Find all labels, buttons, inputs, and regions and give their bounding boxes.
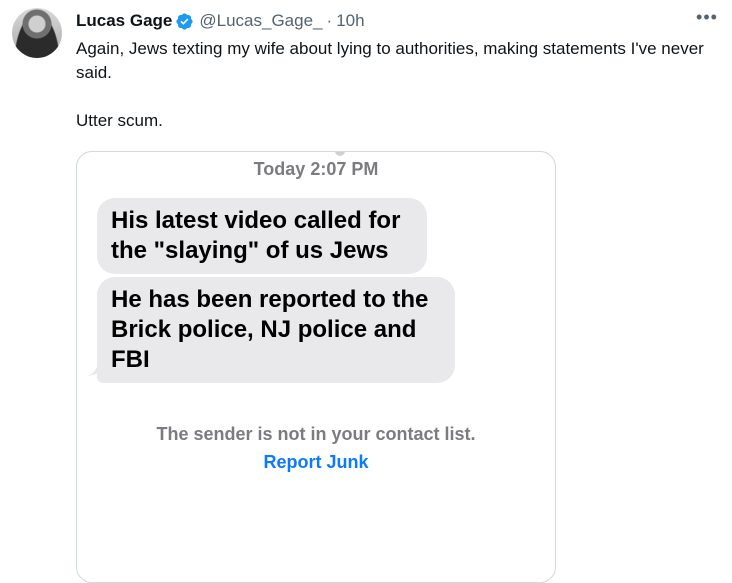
tweet-media-screenshot[interactable]: Today 2:07 PM His latest video called fo…: [76, 151, 556, 583]
tweet-text: Again, Jews texting my wife about lying …: [76, 39, 704, 130]
tweet-timestamp[interactable]: 10h: [336, 11, 364, 31]
report-junk-link[interactable]: Report Junk: [77, 452, 555, 473]
clipped-glyph: [335, 152, 345, 156]
more-options-icon[interactable]: •••: [696, 8, 718, 30]
message-bubble: His latest video called for the "slaying…: [97, 198, 427, 274]
author-name[interactable]: Lucas Gage: [76, 11, 172, 31]
bubble-tail-icon: [88, 360, 110, 376]
verified-badge-icon: [176, 12, 193, 30]
sender-notice: The sender is not in your contact list.: [156, 424, 476, 444]
separator-dot: ·: [326, 11, 333, 30]
message-timestamp: Today 2:07 PM: [253, 159, 379, 179]
message-bubble: He has been reported to the Brick police…: [97, 277, 455, 383]
tweet-header: Lucas Gage @Lucas_Gage_ · 10h: [76, 9, 365, 33]
author-handle[interactable]: @Lucas_Gage_: [199, 11, 322, 31]
avatar[interactable]: [12, 8, 62, 58]
